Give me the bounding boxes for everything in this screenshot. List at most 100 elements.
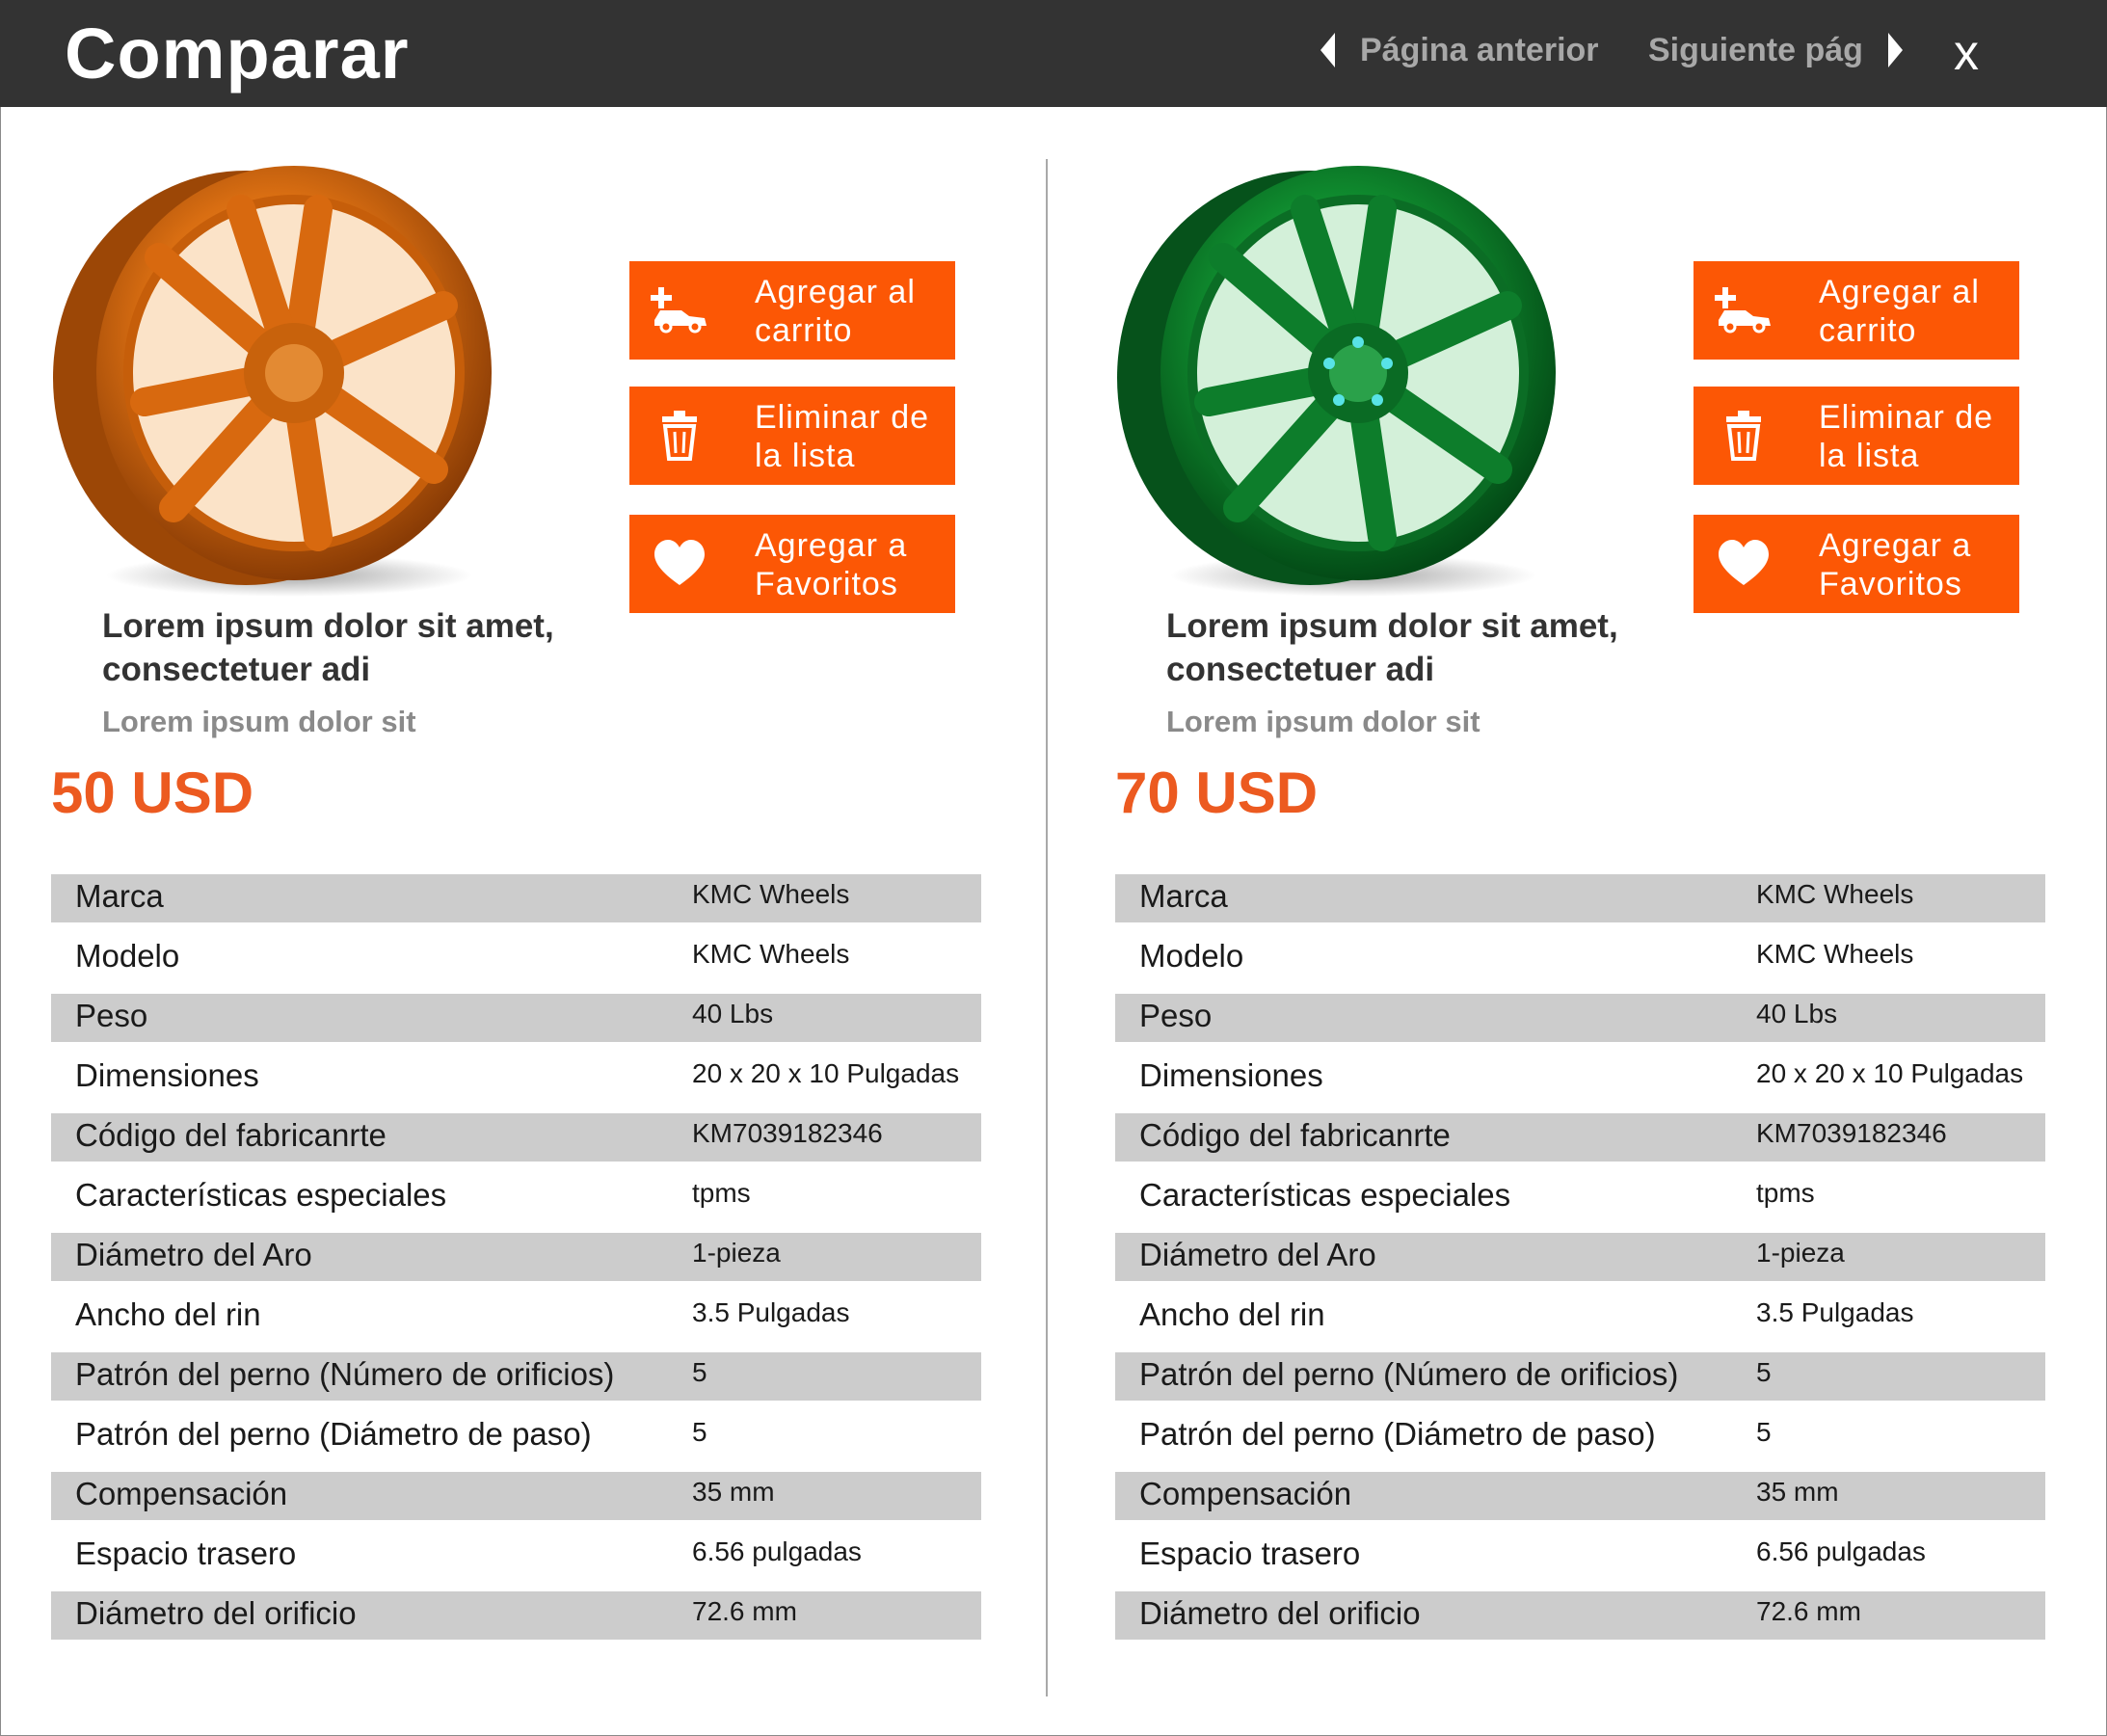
spec-row: Patrón del perno (Diámetro de paso) 5 — [1115, 1412, 2045, 1472]
spec-value: 40 Lbs — [692, 999, 774, 1028]
add-to-cart-label: Agregar al carrito — [755, 274, 916, 349]
spec-label: Dimensiones — [75, 1057, 259, 1093]
product-subtitle: Lorem ipsum dolor sit — [1166, 705, 1480, 738]
spec-value: 1-pieza — [1756, 1238, 1845, 1268]
spec-row: Compensación 35 mm — [51, 1472, 981, 1532]
spec-value: 40 Lbs — [1756, 999, 1838, 1028]
spec-value: KM7039182346 — [692, 1118, 883, 1148]
add-to-cart-button[interactable]: Agregar al carrito — [629, 261, 955, 360]
spec-label: Espacio trasero — [75, 1536, 297, 1571]
spec-value: 1-pieza — [692, 1238, 781, 1268]
spec-row: Marca KMC Wheels — [1115, 874, 2045, 934]
spec-row: Compensación 35 mm — [1115, 1472, 2045, 1532]
spec-row: Código del fabricanrte KM7039182346 — [51, 1113, 981, 1173]
spec-label: Peso — [75, 998, 148, 1033]
add-to-cart-button[interactable]: Agregar al carrito — [1694, 261, 2019, 360]
spec-label: Compensación — [75, 1476, 288, 1511]
spec-row: Modelo KMC Wheels — [1115, 934, 2045, 994]
spec-label: Patrón del perno (Número de orificios) — [1139, 1356, 1679, 1392]
product-price: 50 USD — [51, 761, 254, 825]
spec-row: Características especiales tpms — [51, 1173, 981, 1233]
spec-label: Peso — [1139, 998, 1213, 1033]
spec-value: 6.56 pulgadas — [1756, 1536, 1926, 1566]
spec-value: KMC Wheels — [692, 939, 850, 969]
spec-value: KMC Wheels — [1756, 879, 1914, 909]
spec-value: 5 — [692, 1357, 707, 1387]
spec-row: Patrón del perno (Número de orificios) 5 — [1115, 1352, 2045, 1412]
spec-value: 3.5 Pulgadas — [1756, 1297, 1914, 1327]
wheel-image — [1117, 166, 1556, 597]
spec-row: Marca KMC Wheels — [51, 874, 981, 934]
spec-label: Patrón del perno (Número de orificios) — [75, 1356, 615, 1392]
spec-label: Diámetro del Aro — [75, 1237, 312, 1272]
remove-from-list-button[interactable]: Eliminar de la lista — [629, 387, 955, 485]
spec-row: Ancho del rin 3.5 Pulgadas — [1115, 1293, 2045, 1352]
trash-icon — [662, 411, 697, 461]
chevron-right-icon — [1887, 33, 1903, 67]
add-to-favorites-label: Agregar a Favoritos — [755, 527, 908, 602]
chevron-left-icon — [1320, 33, 1335, 67]
product-name: Lorem ipsum dolor sit amet, consectetuer… — [1166, 607, 1618, 688]
product-subtitle: Lorem ipsum dolor sit — [102, 705, 416, 738]
spec-label: Diámetro del orificio — [75, 1595, 357, 1631]
spec-label: Marca — [1139, 878, 1228, 914]
remove-from-list-button[interactable]: Eliminar de la lista — [1694, 387, 2019, 485]
spec-value: 72.6 mm — [692, 1596, 797, 1626]
spec-value: 3.5 Pulgadas — [692, 1297, 850, 1327]
heart-icon — [654, 540, 705, 585]
spec-value: KMC Wheels — [692, 879, 850, 909]
spec-label: Código del fabricanrte — [1139, 1117, 1451, 1153]
column-divider — [1046, 159, 1048, 1696]
spec-value: 6.56 pulgadas — [692, 1536, 862, 1566]
spec-row: Modelo KMC Wheels — [51, 934, 981, 994]
spec-label: Ancho del rin — [75, 1296, 261, 1332]
spec-value: 5 — [1756, 1417, 1772, 1447]
spec-row: Patrón del perno (Diámetro de paso) 5 — [51, 1412, 981, 1472]
next-page-button[interactable]: Siguiente pág — [1648, 23, 1903, 77]
remove-from-list-label: Eliminar de la lista — [755, 399, 930, 474]
spec-row: Diámetro del Aro 1-pieza — [51, 1233, 981, 1293]
spec-label: Diámetro del Aro — [1139, 1237, 1376, 1272]
spec-row: Patrón del perno (Número de orificios) 5 — [51, 1352, 981, 1412]
spec-label: Ancho del rin — [1139, 1296, 1325, 1332]
spec-value: KM7039182346 — [1756, 1118, 1947, 1148]
add-to-cart-label: Agregar al carrito — [1819, 274, 1980, 349]
spec-label: Patrón del perno (Diámetro de paso) — [1139, 1416, 1656, 1452]
spec-value: KMC Wheels — [1756, 939, 1914, 969]
product-column: Agregar al carrito Eliminar de la lista … — [0, 107, 981, 1736]
product-price: 70 USD — [1115, 761, 1319, 825]
previous-page-label: Página anterior — [1360, 31, 1599, 68]
spec-row: Peso 40 Lbs — [51, 994, 981, 1054]
spec-label: Modelo — [1139, 938, 1244, 974]
add-to-favorites-label: Agregar a Favoritos — [1819, 527, 1972, 602]
spec-table: Marca KMC Wheels Modelo KMC Wheels Peso 40 Lb… — [1115, 874, 2045, 1651]
car-add-icon — [651, 287, 707, 334]
previous-page-button[interactable]: Página anterior — [1320, 23, 1599, 77]
spec-row: Espacio trasero 6.56 pulgadas — [51, 1532, 981, 1591]
wheel-image — [53, 166, 492, 597]
spec-row: Diámetro del orificio 72.6 mm — [51, 1591, 981, 1651]
header-bar: Comparar Página anterior Siguiente pág x — [0, 0, 2107, 107]
heart-icon — [1719, 540, 1769, 585]
spec-row: Espacio trasero 6.56 pulgadas — [1115, 1532, 2045, 1591]
spec-row: Dimensiones 20 x 20 x 10 Pulgadas — [51, 1054, 981, 1113]
spec-label: Marca — [75, 878, 164, 914]
spec-label: Espacio trasero — [1139, 1536, 1361, 1571]
spec-row: Características especiales tpms — [1115, 1173, 2045, 1233]
close-button[interactable]: x — [1945, 19, 1987, 87]
spec-label: Patrón del perno (Diámetro de paso) — [75, 1416, 592, 1452]
spec-label: Modelo — [75, 938, 180, 974]
spec-label: Características especiales — [1139, 1177, 1511, 1213]
spec-value: 35 mm — [1756, 1477, 1839, 1507]
spec-row: Diámetro del Aro 1-pieza — [1115, 1233, 2045, 1293]
add-to-favorites-button[interactable]: Agregar a Favoritos — [629, 515, 955, 613]
add-to-favorites-button[interactable]: Agregar a Favoritos — [1694, 515, 2019, 613]
spec-table: Marca KMC Wheels Modelo KMC Wheels Peso 40 Lb… — [51, 874, 981, 1651]
spec-value: 35 mm — [692, 1477, 775, 1507]
spec-value: tpms — [692, 1178, 751, 1208]
spec-row: Código del fabricanrte KM7039182346 — [1115, 1113, 2045, 1173]
spec-label: Características especiales — [75, 1177, 447, 1213]
spec-value: 20 x 20 x 10 Pulgadas — [1756, 1058, 2024, 1088]
spec-value: tpms — [1756, 1178, 1815, 1208]
spec-value: 20 x 20 x 10 Pulgadas — [692, 1058, 960, 1088]
